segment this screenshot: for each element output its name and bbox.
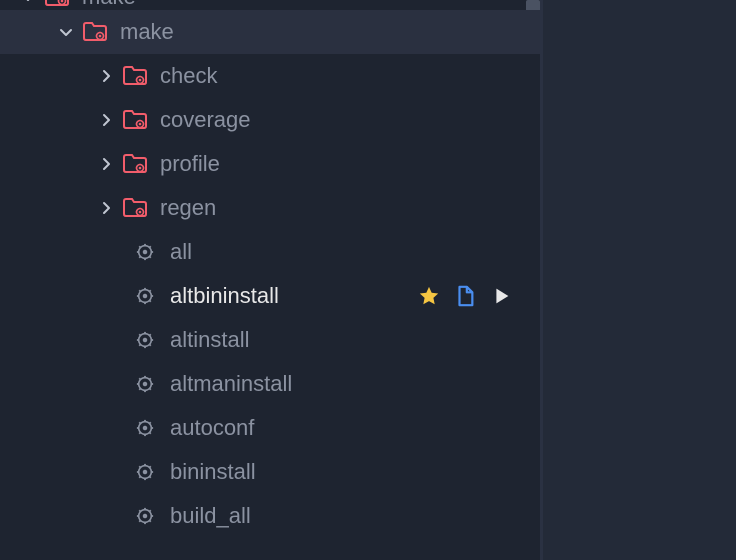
tree-item-label: altbininstall xyxy=(170,283,279,309)
gear-icon xyxy=(134,373,156,395)
play-icon[interactable] xyxy=(490,285,512,307)
folder-gear-icon xyxy=(122,154,148,174)
tree-target-altbininstall[interactable]: altbininstall xyxy=(0,274,540,318)
tree-item-label: autoconf xyxy=(170,415,254,441)
tree-item-label: regen xyxy=(160,195,216,221)
tree-folder-coverage[interactable]: coverage xyxy=(0,98,540,142)
tree-item-label: profile xyxy=(160,151,220,177)
tree-item-label: altmaninstall xyxy=(170,371,292,397)
tree-target-autoconf[interactable]: autoconf xyxy=(0,406,540,450)
folder-gear-icon xyxy=(122,198,148,218)
star-icon[interactable] xyxy=(418,285,440,307)
tree-folder-level1[interactable]: make xyxy=(0,10,540,54)
chevron-down-icon xyxy=(18,0,38,7)
chevron-right-icon xyxy=(96,198,116,218)
tree-item-label: check xyxy=(160,63,217,89)
tree-folder-regen[interactable]: regen xyxy=(0,186,540,230)
tree-item-label: all xyxy=(170,239,192,265)
gear-icon xyxy=(134,505,156,527)
gear-icon xyxy=(134,417,156,439)
tree-target-build-all[interactable]: build_all xyxy=(0,494,540,538)
chevron-right-icon xyxy=(96,66,116,86)
tree-folder-check[interactable]: check xyxy=(0,54,540,98)
document-icon[interactable] xyxy=(454,285,476,307)
editor-area xyxy=(540,0,736,560)
chevron-right-icon xyxy=(96,154,116,174)
gear-icon xyxy=(134,285,156,307)
gear-icon xyxy=(134,461,156,483)
tree-item-label: altinstall xyxy=(170,327,249,353)
tree-item-label: make xyxy=(82,0,136,10)
tree-target-altinstall[interactable]: altinstall xyxy=(0,318,540,362)
folder-gear-icon xyxy=(82,22,108,42)
row-actions xyxy=(418,285,532,307)
folder-gear-icon xyxy=(44,0,70,7)
folder-gear-icon xyxy=(122,110,148,130)
chevron-right-icon xyxy=(96,110,116,130)
tree-target-all[interactable]: all xyxy=(0,230,540,274)
tree-folder-root[interactable]: make xyxy=(0,0,540,10)
tree-target-bininstall[interactable]: bininstall xyxy=(0,450,540,494)
gear-icon xyxy=(134,329,156,351)
tree-item-label: coverage xyxy=(160,107,251,133)
tree-item-label: build_all xyxy=(170,503,251,529)
tree-panel: make make check coverage xyxy=(0,0,540,560)
gear-icon xyxy=(134,241,156,263)
tree-folder-profile[interactable]: profile xyxy=(0,142,540,186)
tree-item-label: bininstall xyxy=(170,459,256,485)
chevron-down-icon xyxy=(56,22,76,42)
tree-item-label: make xyxy=(120,19,174,45)
folder-gear-icon xyxy=(122,66,148,86)
tree-target-altmaninstall[interactable]: altmaninstall xyxy=(0,362,540,406)
